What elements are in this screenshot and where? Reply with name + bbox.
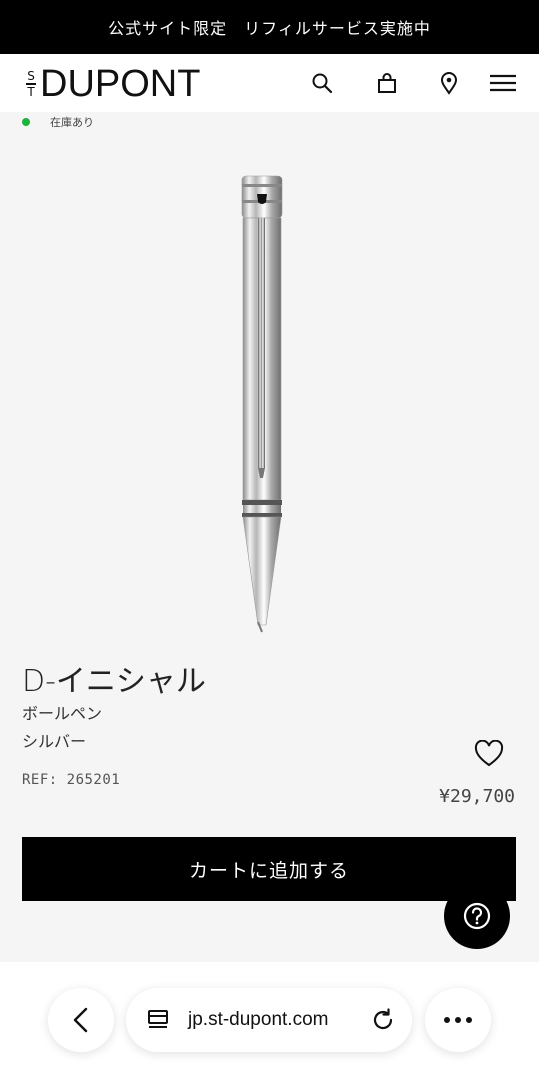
stock-dot — [22, 118, 30, 126]
help-button[interactable] — [444, 883, 510, 949]
logo-s: S — [27, 69, 35, 84]
product-ref: REF: 265201 — [22, 772, 121, 788]
logo-wordmark: DUPONT — [40, 63, 201, 105]
promo-banner[interactable]: 公式サイト限定 リフィルサービス実施中 — [0, 0, 539, 54]
site-header: S T DUPONT — [0, 54, 539, 112]
bag-icon[interactable] — [374, 70, 400, 96]
back-icon — [73, 1007, 88, 1033]
search-icon[interactable] — [309, 70, 335, 96]
product-color: シルバー — [22, 732, 87, 751]
back-button[interactable] — [48, 988, 114, 1052]
more-icon — [444, 1017, 472, 1023]
logo-st-mark: S T — [26, 70, 36, 98]
product-image[interactable] — [200, 170, 320, 635]
product-price: ¥29,700 — [439, 786, 515, 807]
stock-status: 在庫あり — [22, 114, 94, 130]
more-button[interactable] — [425, 988, 491, 1052]
stock-label: 在庫あり — [50, 116, 94, 129]
add-to-cart-button[interactable]: カートに追加する — [22, 837, 516, 901]
brand-logo[interactable]: S T DUPONT — [26, 64, 200, 104]
question-icon — [463, 902, 491, 930]
promo-text: 公式サイト限定 リフィルサービス実施中 — [108, 19, 431, 38]
reload-icon[interactable] — [370, 1007, 396, 1033]
tabs-icon[interactable] — [146, 1008, 170, 1032]
wishlist-heart-icon[interactable] — [474, 739, 504, 770]
location-pin-icon[interactable] — [436, 70, 462, 96]
logo-t: T — [27, 84, 35, 99]
menu-icon[interactable] — [490, 70, 516, 96]
url-bar[interactable]: jp.st-dupont.com — [126, 988, 412, 1052]
url-text: jp.st-dupont.com — [188, 1009, 329, 1030]
product-title: D-イニシャル — [22, 664, 206, 699]
product-type: ボールペン — [22, 704, 103, 723]
